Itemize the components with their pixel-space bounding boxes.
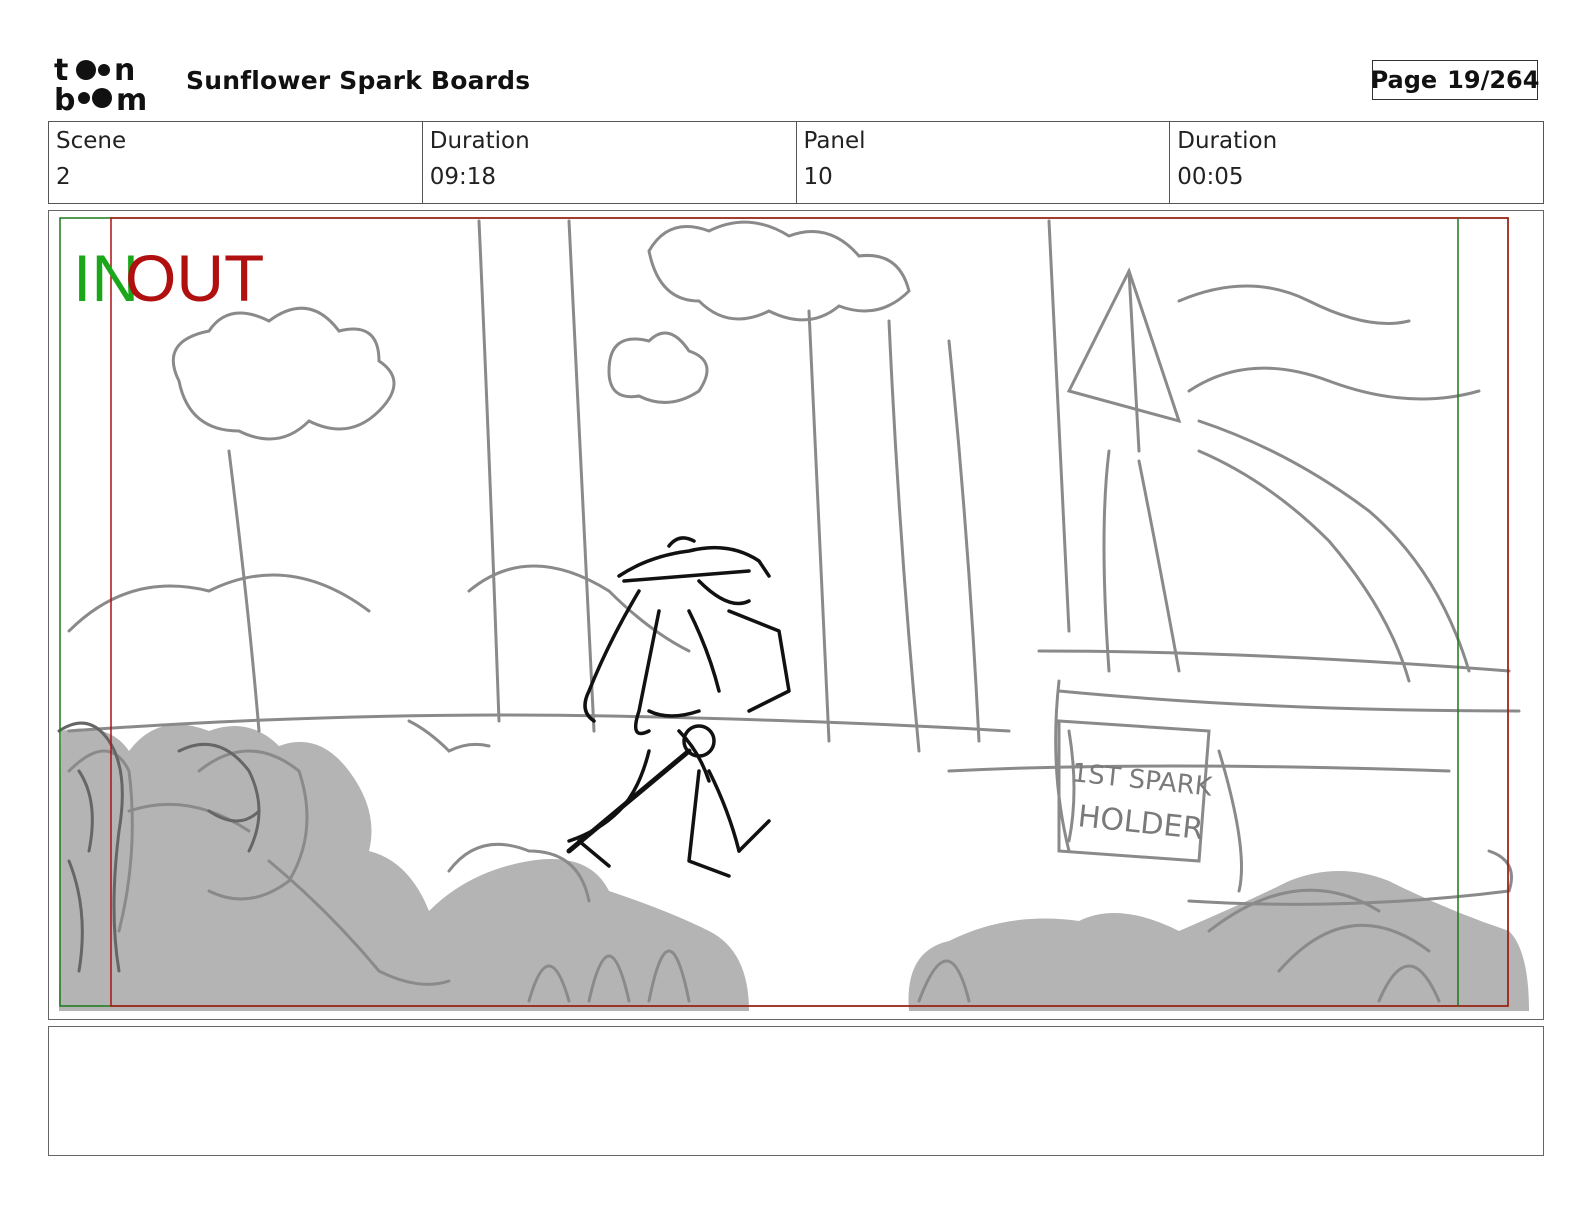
main-character-sketch [566, 536, 791, 878]
panel-metadata-table: Scene 2 Duration 09:18 Panel 10 Duration… [48, 121, 1544, 204]
sign-lettering: 1ST SPARK HOLDER [1070, 758, 1214, 847]
out-marker: OUT [125, 241, 264, 315]
page-label: Page [1370, 66, 1438, 94]
panel-cell: Panel 10 [795, 122, 1170, 203]
panel-notes-box[interactable] [48, 1026, 1544, 1156]
project-title: Sunflower Spark Boards [186, 66, 531, 95]
panel-duration-label: Duration [1177, 128, 1278, 154]
scene-duration-value: 09:18 [429, 164, 497, 190]
scene-label: Scene [56, 128, 127, 154]
panel-duration-value: 00:05 [1177, 164, 1244, 190]
storyboard-panel: 1ST SPARK HOLDER IN OUT [48, 210, 1544, 1020]
page-number: 19/264 [1447, 66, 1540, 94]
sign-line2: HOLDER [1076, 799, 1205, 847]
page-indicator: Page 19/264 [1370, 60, 1540, 100]
scene-cell: Scene 2 [49, 122, 422, 203]
panel-sketch: 1ST SPARK HOLDER IN OUT [57, 217, 1529, 1011]
panel-duration-cell: Duration 00:05 [1169, 122, 1543, 203]
panel-value: 10 [803, 164, 833, 190]
panel-label: Panel [803, 128, 866, 154]
scene-duration-label: Duration [429, 128, 530, 154]
svg-text:m: m [116, 83, 147, 112]
svg-text:b: b [54, 83, 75, 112]
scene-value: 2 [56, 164, 71, 190]
toon-boom-logo: t n b m [54, 53, 147, 112]
page-header: t n b m Sunflower Spark Boards Page 19/2… [48, 48, 1544, 114]
scene-duration-cell: Duration 09:18 [421, 122, 796, 203]
